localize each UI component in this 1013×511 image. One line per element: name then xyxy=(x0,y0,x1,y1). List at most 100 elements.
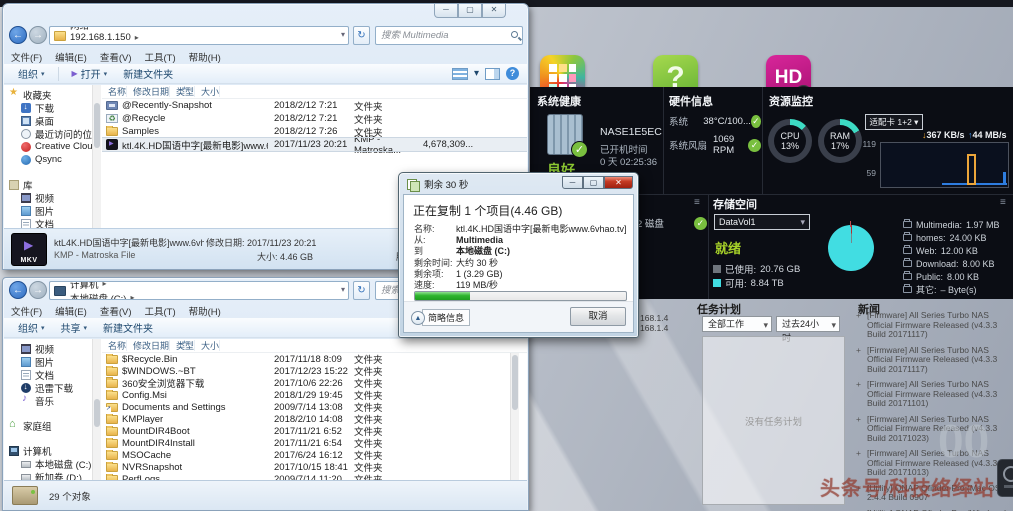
column-header[interactable]: 大小 xyxy=(195,86,221,97)
sidebar-item[interactable]: 下载 xyxy=(4,101,92,115)
scrollbar-thumb[interactable] xyxy=(94,103,100,148)
maximize-button[interactable]: ▢ xyxy=(458,4,482,18)
task-filter-jobs-dropdown[interactable]: 全部工作 xyxy=(702,316,772,332)
preview-pane-icon[interactable] xyxy=(485,67,500,80)
sidebar-item[interactable]: Creative Cloud xyxy=(4,140,92,153)
menu-item[interactable]: 工具(T) xyxy=(144,304,175,318)
column-header[interactable]: 修改日期 xyxy=(127,86,171,97)
sidebar-item[interactable]: 文档 xyxy=(4,368,92,382)
column-header[interactable]: 大小 xyxy=(195,340,221,351)
sidebar-item-label: 文档 xyxy=(35,370,55,382)
maximize-button[interactable]: ▢ xyxy=(583,176,604,189)
organize-button[interactable]: 组织 ▾ xyxy=(12,65,51,82)
file-row[interactable]: MountDIR4Install 2017/11/21 6:54 文件夹 xyxy=(102,437,527,450)
sidebar-item[interactable]: 视频 xyxy=(4,342,92,356)
file-row[interactable]: @Recycle 2018/2/12 7:21 文件夹 xyxy=(102,112,527,126)
column-header[interactable]: 名称 xyxy=(102,86,128,97)
new-folder-button[interactable]: 新建文件夹 xyxy=(117,65,179,82)
sidebar-item[interactable]: 收藏夹 xyxy=(4,87,92,102)
cancel-button[interactable]: 取消 xyxy=(570,307,626,326)
file-row[interactable]: 360安全浏览器下载 2017/10/6 22:26 文件夹 xyxy=(102,376,527,390)
sidebar-item[interactable]: 库 xyxy=(4,178,92,192)
section-menu-icon[interactable]: ≡ xyxy=(694,197,700,208)
refresh-button[interactable]: ↻ xyxy=(353,26,370,45)
file-row[interactable]: ktl.4K.HD国语中字[最新电影]www.6vha... 2017/11/2… xyxy=(102,134,527,156)
file-row[interactable]: KMPlayer 2018/2/10 14:08 文件夹 xyxy=(102,413,527,426)
adapter-dropdown[interactable]: 适配卡 1+2 ▾ xyxy=(865,114,923,130)
open-button[interactable]: ▶ 打开 ▾ xyxy=(66,65,114,82)
list-scrollbar[interactable] xyxy=(510,353,519,480)
search-input[interactable]: 搜索 Multimedia xyxy=(375,26,523,45)
storage-menu-icon[interactable]: ≡ xyxy=(1000,197,1006,208)
address-dropdown-icon[interactable]: ▾ xyxy=(341,285,345,294)
minimize-button[interactable]: ─ xyxy=(434,4,458,18)
file-row[interactable]: Config.Msi 2018/1/29 19:45 文件夹 xyxy=(102,389,527,402)
breadcrumb-item[interactable]: Multimedia xyxy=(70,43,143,45)
hardware-row-value: 1069 RPM xyxy=(713,134,735,156)
change-view-icon[interactable] xyxy=(451,67,468,80)
scrollbar-thumb[interactable] xyxy=(512,355,518,410)
file-row[interactable]: PerfLogs 2009/7/14 11:20 文件夹 xyxy=(102,473,527,480)
copy-field-row: 速度: 119 MB/秒 xyxy=(414,280,627,291)
file-row[interactable]: MountDIR4Boot 2017/11/21 6:52 文件夹 xyxy=(102,425,527,438)
forward-button[interactable]: → xyxy=(29,281,47,299)
back-button[interactable]: ← xyxy=(9,26,27,44)
news-item[interactable]: [Firmware] All Series Turbo NAS Official… xyxy=(856,345,1012,375)
address-bar[interactable]: 计算机本地磁盘 (C:) ▾ xyxy=(49,281,349,300)
close-button[interactable]: ✕ xyxy=(604,176,633,189)
sidebar-item[interactable]: 最近访问的位置 xyxy=(4,127,92,141)
file-row[interactable]: @Recently-Snapshot 2018/2/12 7:21 文件夹 xyxy=(102,99,527,113)
sidebar-item[interactable]: 桌面 xyxy=(4,114,92,128)
menu-item[interactable]: 查看(V) xyxy=(100,304,132,318)
sidebar-item[interactable]: 图片 xyxy=(4,355,92,369)
refresh-button[interactable]: ↻ xyxy=(353,281,370,300)
close-button[interactable]: ✕ xyxy=(482,4,506,18)
address-bar[interactable]: 网络192.168.1.150Multimedia ▾ xyxy=(49,26,349,45)
sidebar-item[interactable]: 计算机 xyxy=(4,444,92,458)
file-row[interactable]: Samples 2018/2/12 7:26 文件夹 xyxy=(102,125,527,139)
minimize-button[interactable]: ─ xyxy=(562,176,583,189)
menu-item[interactable]: 帮助(H) xyxy=(189,304,221,318)
column-header[interactable]: 名称 xyxy=(102,340,128,351)
breadcrumb-item[interactable]: 本地磁盘 (C:) xyxy=(70,291,138,300)
file-row[interactable]: MSOCache 2017/6/24 16:12 文件夹 xyxy=(102,449,527,462)
sidebar-scrollbar[interactable] xyxy=(92,339,101,480)
file-row[interactable]: NVRSnapshot 2017/10/15 18:41 文件夹 xyxy=(102,461,527,474)
sidebar-scrollbar[interactable] xyxy=(92,85,101,228)
help-icon[interactable]: ? xyxy=(506,67,519,80)
menu-item[interactable]: 文件(F) xyxy=(11,304,42,318)
menu-item[interactable]: 编辑(E) xyxy=(55,304,87,318)
new-folder-button[interactable]: 新建文件夹 xyxy=(97,319,159,336)
sidebar-item[interactable]: 音乐 xyxy=(4,393,92,408)
file-row[interactable]: Documents and Settings 2009/7/14 13:08 文… xyxy=(102,401,527,414)
sidebar-item[interactable]: 视频 xyxy=(4,191,92,205)
address-dropdown-icon[interactable]: ▾ xyxy=(341,30,345,39)
sidebar-item[interactable]: 图片 xyxy=(4,204,92,218)
scrollbar-thumb[interactable] xyxy=(94,399,100,427)
less-info-button[interactable]: ▲ 简略信息 xyxy=(411,309,471,326)
sidebar-item[interactable]: 本地磁盘 (C:) xyxy=(4,457,92,471)
sidebar-item[interactable]: Qsync xyxy=(4,153,92,166)
news-item[interactable]: [Firmware] All Series Turbo NAS Official… xyxy=(856,311,1012,340)
shared-folder-name: homes: xyxy=(916,232,946,243)
volume-dropdown[interactable]: DataVol1 xyxy=(714,214,810,230)
storage-title: 存储空间 xyxy=(713,199,757,211)
back-button[interactable]: ← xyxy=(9,281,27,299)
forward-button[interactable]: → xyxy=(29,26,47,44)
news-item[interactable]: [Firmware] All Series Turbo NAS Official… xyxy=(856,379,1012,409)
menu-item[interactable]: 查看(V) xyxy=(100,50,132,64)
column-header[interactable]: 修改日期 xyxy=(127,340,171,351)
task-filter-time-dropdown[interactable]: 过去24小时 xyxy=(776,316,840,343)
breadcrumb-item[interactable]: 192.168.1.150 xyxy=(70,32,143,43)
menu-item[interactable]: 工具(T) xyxy=(144,50,175,64)
share-button[interactable]: 共享 ▾ xyxy=(55,319,94,336)
file-row[interactable]: $Recycle.Bin 2017/11/18 8:09 文件夹 xyxy=(102,353,527,366)
menu-item[interactable]: 编辑(E) xyxy=(55,50,87,64)
organize-button[interactable]: 组织 ▾ xyxy=(12,319,51,336)
menu-item[interactable]: 文件(F) xyxy=(11,50,42,64)
breadcrumb-item[interactable]: 计算机 xyxy=(70,282,138,291)
menu-item[interactable]: 帮助(H) xyxy=(189,50,221,64)
file-date: 2017/11/18 8:09 xyxy=(274,353,342,365)
sidebar-item[interactable]: 家庭组 xyxy=(4,418,92,433)
sidebar-item[interactable]: 迅雷下载 xyxy=(4,381,92,395)
